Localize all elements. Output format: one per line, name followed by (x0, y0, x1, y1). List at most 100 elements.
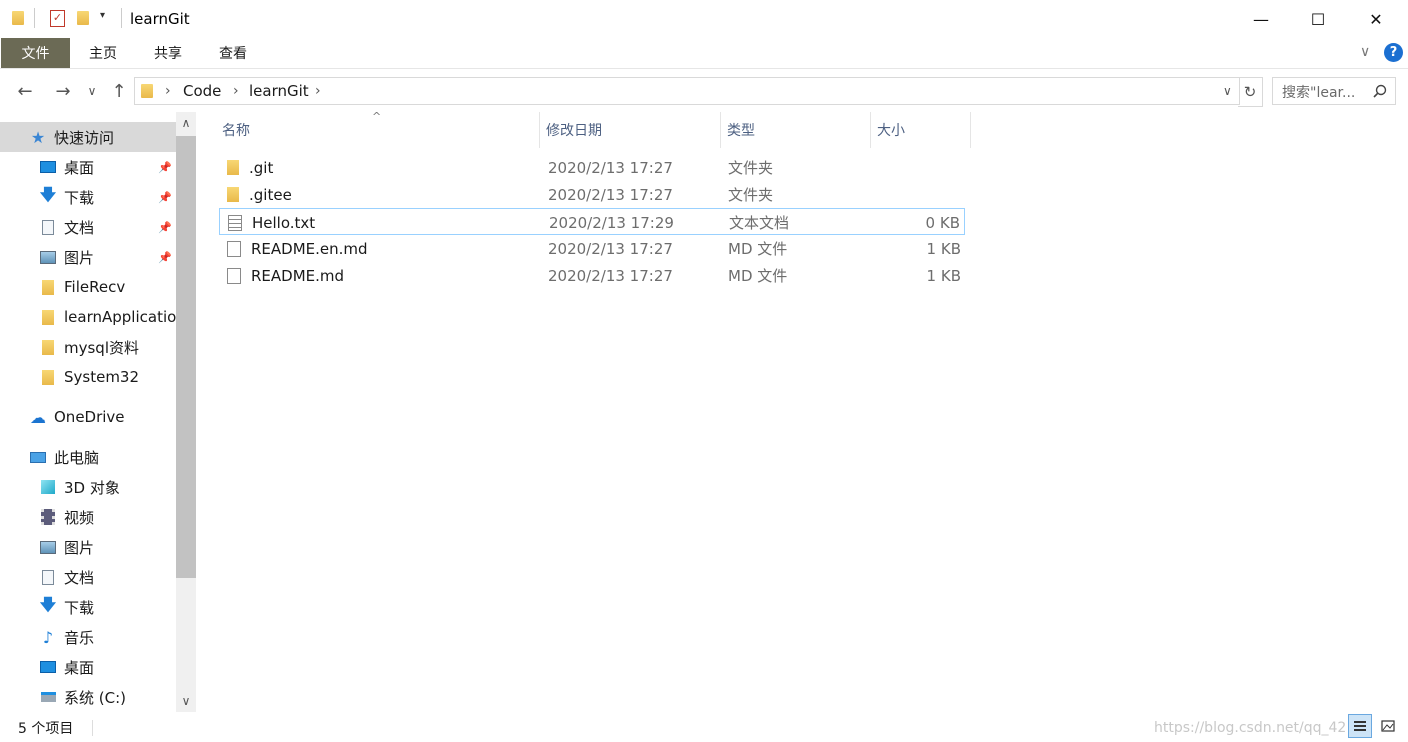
document-icon (40, 569, 56, 585)
column-header-size[interactable]: 大小 (871, 112, 971, 148)
file-icon (227, 240, 241, 257)
scroll-down-button[interactable]: ∨ (176, 690, 196, 712)
file-size: 1 KB (926, 266, 961, 285)
details-view-button[interactable] (1348, 714, 1372, 738)
folder-icon (40, 369, 56, 385)
customize-quick-access-icon[interactable]: ▾ (100, 10, 105, 21)
breadcrumb-separator[interactable]: › (165, 78, 171, 104)
breadcrumb-separator[interactable]: › (315, 78, 321, 104)
sidebar-item[interactable]: System32 (0, 362, 176, 392)
desktop-icon (40, 659, 56, 675)
scrollbar-thumb[interactable] (176, 136, 196, 578)
picture-icon (40, 249, 56, 265)
address-dropdown-icon[interactable]: ∨ (1223, 78, 1232, 104)
scroll-up-button[interactable]: ∧ (176, 112, 196, 134)
breadcrumb-learngit[interactable]: learnGit (249, 78, 309, 104)
pin-icon: 📌 (158, 190, 172, 204)
sidebar-item-label: 系统 (C:) (64, 688, 126, 707)
tab-file[interactable]: 文件 (1, 38, 70, 68)
sidebar-item[interactable]: ♪ 音乐 (0, 622, 176, 652)
search-input[interactable]: 搜索"lear... (1272, 77, 1396, 105)
sidebar-item[interactable]: 🡇 下载 📌 (0, 182, 176, 212)
ribbon-expand-icon[interactable]: ∨ (1360, 44, 1370, 60)
title-bar: ✓ ▾ learnGit — ☐ ✕ (0, 0, 1408, 38)
folder-icon (12, 11, 24, 25)
file-size: 0 KB (925, 213, 960, 232)
item-count: 5 个项目 (18, 721, 74, 737)
tab-view[interactable]: 查看 (207, 38, 259, 68)
refresh-button[interactable]: ↻ (1238, 77, 1263, 107)
column-header-name[interactable]: 名称 ^ (216, 110, 540, 148)
sidebar-item[interactable]: mysql资料 (0, 332, 176, 362)
address-bar[interactable]: › Code › learnGit › ∨ (134, 77, 1240, 105)
file-row[interactable]: .gitee 2020/2/13 17:27 文件夹 (219, 181, 965, 208)
minimize-button[interactable]: — (1238, 0, 1284, 38)
sidebar-item[interactable]: FileRecv (0, 272, 176, 302)
tab-home[interactable]: 主页 (78, 38, 128, 68)
sidebar-item[interactable]: ★ 快速访问 (0, 122, 176, 152)
help-icon[interactable]: ? (1384, 43, 1403, 62)
file-type: 文本文档 (729, 214, 790, 232)
file-row[interactable]: README.md 2020/2/13 17:27 MD 文件 1 KB (219, 262, 965, 289)
sidebar-item-label: learnApplicatio (64, 308, 176, 326)
tab-share[interactable]: 共享 (142, 38, 194, 68)
pin-icon: 📌 (158, 250, 172, 264)
forward-button[interactable]: → (50, 78, 76, 104)
divider (92, 720, 93, 736)
sidebar-item[interactable]: learnApplicatio (0, 302, 176, 332)
properties-icon[interactable]: ✓ (50, 10, 65, 27)
address-row: ← → ∨ ↑ › Code › learnGit › ∨ ↻ 搜索"lear.… (0, 72, 1408, 110)
folder-icon (141, 84, 153, 98)
new-folder-icon[interactable] (77, 11, 89, 25)
file-date: 2020/2/13 17:27 (548, 239, 673, 258)
file-name-cell: README.md (227, 262, 344, 289)
cloud-icon: ☁ (30, 407, 46, 427)
sidebar-item[interactable]: 系统 (C:) (0, 682, 176, 712)
computer-icon (30, 449, 46, 465)
sidebar-item-label: OneDrive (54, 408, 125, 426)
divider (34, 8, 35, 28)
sidebar-item[interactable]: 图片 📌 (0, 242, 176, 272)
divider (121, 8, 122, 28)
large-icons-view-icon (1381, 720, 1395, 732)
sidebar-item[interactable]: 文档 📌 (0, 212, 176, 242)
watermark: https://blog.csdn.net/qq_42 (1154, 720, 1347, 736)
maximize-button[interactable]: ☐ (1295, 0, 1341, 38)
large-icons-view-button[interactable] (1376, 714, 1400, 738)
recent-locations-button[interactable]: ∨ (82, 78, 102, 104)
sidebar-item[interactable]: 桌面 📌 (0, 152, 176, 182)
sidebar-item-label: 下载 (64, 188, 95, 207)
sidebar-item[interactable]: 视频 (0, 502, 176, 532)
file-row[interactable]: .git 2020/2/13 17:27 文件夹 (219, 154, 965, 181)
navigation-pane: ★ 快速访问 桌面 📌 🡇 下载 📌 文档 📌 图片 📌 FileRecv learnApplicati… (0, 112, 196, 712)
file-date: 2020/2/13 17:29 (549, 213, 674, 232)
close-button[interactable]: ✕ (1353, 0, 1399, 38)
sidebar-item[interactable]: 此电脑 (0, 442, 176, 472)
folder-icon (40, 339, 56, 355)
file-type: MD 文件 (728, 240, 788, 258)
download-icon: 🡇 (39, 184, 57, 204)
desktop-icon (40, 159, 56, 175)
sidebar-item[interactable]: 文档 (0, 562, 176, 592)
search-icon[interactable] (1373, 84, 1387, 98)
sidebar-item-label: 3D 对象 (64, 478, 120, 497)
column-header-type[interactable]: 类型 (721, 112, 871, 148)
sidebar-item[interactable]: ☁ OneDrive (0, 402, 176, 432)
up-button[interactable]: ↑ (106, 78, 132, 104)
document-icon (40, 219, 56, 235)
sidebar-item-label: 图片 (64, 248, 95, 267)
file-date: 2020/2/13 17:27 (548, 185, 673, 204)
sidebar-item[interactable]: 桌面 (0, 652, 176, 682)
file-row[interactable]: README.en.md 2020/2/13 17:27 MD 文件 1 KB (219, 235, 965, 262)
breadcrumb-code[interactable]: Code (183, 78, 221, 104)
breadcrumb-separator[interactable]: › (233, 78, 239, 104)
sidebar-item[interactable]: 图片 (0, 532, 176, 562)
back-button[interactable]: ← (12, 78, 38, 104)
text-file-icon (228, 214, 242, 231)
file-row[interactable]: Hello.txt 2020/2/13 17:29 文本文档 0 KB (219, 208, 965, 235)
folder-icon (227, 160, 239, 175)
sidebar-item[interactable]: 🡇 下载 (0, 592, 176, 622)
sidebar-item[interactable]: 3D 对象 (0, 472, 176, 502)
sidebar-item-label: FileRecv (64, 278, 126, 296)
column-header-date[interactable]: 修改日期 (540, 112, 721, 148)
